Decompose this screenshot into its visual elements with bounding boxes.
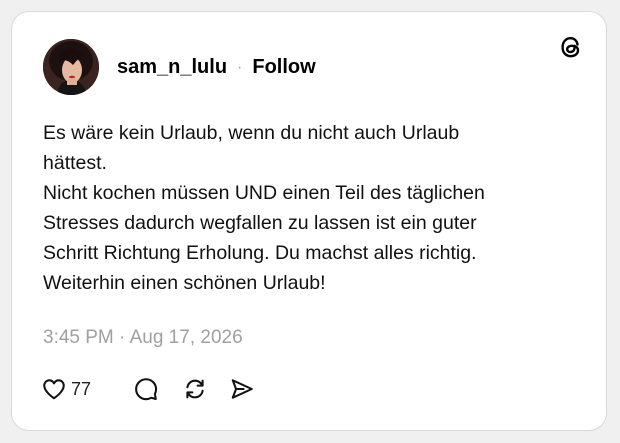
share-button[interactable] bbox=[229, 374, 255, 404]
comment-icon bbox=[135, 378, 158, 401]
heart-icon bbox=[43, 379, 65, 400]
post-text-line: Nicht kochen müssen UND einen Teil des t… bbox=[43, 182, 485, 204]
username[interactable]: sam_n_lulu bbox=[117, 56, 227, 79]
post-text-line: Weiterhin einen schönen Urlaub! bbox=[43, 272, 326, 294]
avatar-image bbox=[43, 39, 99, 95]
repost-button[interactable] bbox=[182, 374, 208, 404]
post-card: sam_n_lulu · Follow Es wäre kein Urlaub,… bbox=[11, 11, 607, 431]
post-timestamp[interactable]: 3:45 PM · Aug 17, 2026 bbox=[43, 327, 243, 349]
threads-logo-icon[interactable] bbox=[558, 34, 584, 60]
separator-dot: · bbox=[237, 58, 243, 76]
action-bar: 77 bbox=[41, 374, 301, 404]
post-text-line: Es wäre kein Urlaub, wenn du nicht auch … bbox=[43, 122, 460, 144]
reply-button[interactable] bbox=[133, 374, 159, 404]
post-text-line: Schritt Richtung Erholung. Du machst all… bbox=[43, 242, 477, 264]
like-count: 77 bbox=[71, 378, 92, 399]
like-button[interactable]: 77 bbox=[41, 374, 91, 404]
post-header: sam_n_lulu · Follow bbox=[117, 56, 316, 79]
post-text: Es wäre kein Urlaub, wenn du nicht auch … bbox=[43, 118, 583, 298]
post-text-line: Stresses dadurch wegfallen zu lassen ist… bbox=[43, 212, 477, 234]
repost-icon bbox=[186, 379, 204, 399]
avatar[interactable] bbox=[43, 39, 99, 95]
post-text-line: hättest. bbox=[43, 152, 107, 174]
follow-button[interactable]: Follow bbox=[252, 56, 315, 79]
send-icon bbox=[231, 379, 253, 399]
